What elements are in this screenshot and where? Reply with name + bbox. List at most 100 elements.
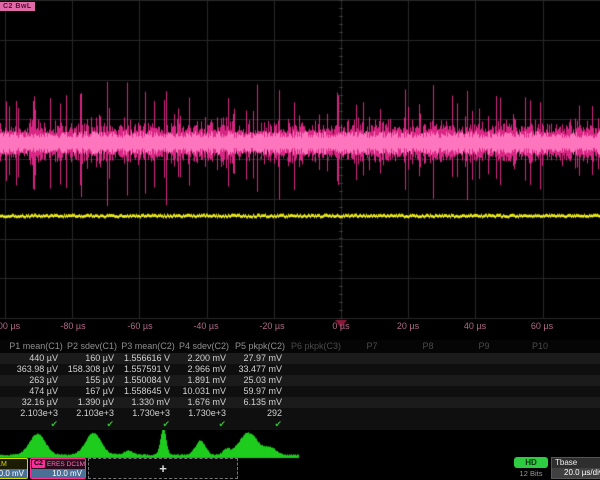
measure-min-p2: 155 µV [64,375,120,386]
measure-value-p10 [512,353,568,364]
measure-num-p7 [344,408,400,419]
measure-sdev-p7 [344,397,400,408]
measure-max-p3: 1.558645 V [120,386,176,397]
measure-mean-p5: 33.477 mV [232,364,288,375]
measure-sdev-p9 [456,397,512,408]
measure-mean-p4: 2.966 mV [176,364,232,375]
measure-mean-p9 [456,364,512,375]
c2-badge: C2 [32,460,45,468]
measure-value-p1: 440 µV [8,353,64,364]
measure-header-p2[interactable]: P2 sdev(C1) [64,340,120,353]
time-axis-label-5: 0 µs [332,321,349,331]
oscilloscope-screen: C2 BwL -100 µs-80 µs-60 µs-40 µs-20 µs0 … [0,0,600,480]
c2-vdiv-value: 10.0 mV [31,469,85,478]
measure-value-p7 [344,353,400,364]
time-axis-label-7: 40 µs [464,321,486,331]
measure-status-p3: ✔ [120,419,176,430]
measure-num-p8 [400,408,456,419]
measure-max-p7 [344,386,400,397]
c1-coupling-label: DC1M [0,461,7,468]
measure-status-p6 [288,419,344,430]
measure-mean-p3: 1.557591 V [120,364,176,375]
channel-c2-descriptor[interactable]: C2 ERES DC1M 10.0 mV [30,458,86,479]
measure-header-p10[interactable]: P10 [512,340,568,353]
measure-max-p4: 10.031 mV [176,386,232,397]
plus-icon: + [159,461,167,476]
timebase-descriptor[interactable]: Tbase 20.0 µs/div [551,457,600,479]
measure-sdev-p2: 1.390 µV [64,397,120,408]
time-axis-label-8: 60 µs [531,321,553,331]
c1-vdiv-value: 10.0 mV [0,469,27,478]
measure-max-p6 [288,386,344,397]
trace-annotation-badge: C2 BwL [0,2,35,11]
time-axis-label-6: 20 µs [397,321,419,331]
measure-min-p1: 263 µV [8,375,64,386]
measure-header-p4[interactable]: P4 sdev(C2) [176,340,232,353]
measure-value-p6 [288,353,344,364]
measure-min-p3: 1.550084 V [120,375,176,386]
timebase-value: 20.0 µs/div [552,468,600,478]
measure-min-p4: 1.891 mV [176,375,232,386]
measure-min-p10 [512,375,568,386]
measurement-table[interactable]: P1 mean(C1)P2 sdev(C1)P3 mean(C2)P4 sdev… [0,340,600,430]
measure-mean-p8 [400,364,456,375]
measure-num-p1: 2.103e+3 [8,408,64,419]
time-axis-label-1: -80 µs [60,321,85,331]
measure-max-p2: 167 µV [64,386,120,397]
measure-min-p8 [400,375,456,386]
measure-header-p5[interactable]: P5 pkpk(C2) [232,340,288,353]
measure-status-p10 [512,419,568,430]
measure-sdev-p1: 32.16 µV [8,397,64,408]
measure-num-p4: 1.730e+3 [176,408,232,419]
measure-mean-p10 [512,364,568,375]
measure-value-p4: 2.200 mV [176,353,232,364]
measure-num-p10 [512,408,568,419]
measure-header-p6[interactable]: P6 pkpk(C3) [288,340,344,353]
measure-max-p5: 59.97 mV [232,386,288,397]
measure-min-p9 [456,375,512,386]
measure-header-p8[interactable]: P8 [400,340,456,353]
measure-status-p1: ✔ [8,419,64,430]
measure-status-p4: ✔ [176,419,232,430]
measure-value-p9 [456,353,512,364]
measure-max-p8 [400,386,456,397]
hd-bits-label: 12 Bits [512,469,550,478]
timebase-title: Tbase [552,458,600,468]
measure-max-p9 [456,386,512,397]
channel-c1-descriptor[interactable]: C1 DC1M 10.0 mV [0,458,28,479]
measure-sdev-p6 [288,397,344,408]
measure-value-p5: 27.97 mV [232,353,288,364]
measure-value-p3: 1.556616 V [120,353,176,364]
measure-status-p9 [456,419,512,430]
measure-header-p9[interactable]: P9 [456,340,512,353]
time-axis-label-0: -100 µs [0,321,20,331]
measure-min-p5: 25.03 mV [232,375,288,386]
c2-eres-label: ERES [47,461,65,468]
time-axis-label-3: -40 µs [193,321,218,331]
measure-sdev-p4: 1.676 mV [176,397,232,408]
measure-header-p7[interactable]: P7 [344,340,400,353]
measure-sdev-p10 [512,397,568,408]
measure-status-p2: ✔ [64,419,120,430]
measure-mean-p6 [288,364,344,375]
measure-num-p2: 2.103e+3 [64,408,120,419]
measure-mean-p2: 158.308 µV [64,364,120,375]
measure-min-p7 [344,375,400,386]
c1-title-row: C1 DC1M [0,459,27,469]
measure-mean-p1: 363.98 µV [8,364,64,375]
measure-num-p5: 292 [232,408,288,419]
measure-status-p7 [344,419,400,430]
measure-value-p2: 160 µV [64,353,120,364]
measure-header-p3[interactable]: P3 mean(C2) [120,340,176,353]
measure-status-p8 [400,419,456,430]
measure-num-p3: 1.730e+3 [120,408,176,419]
time-axis-label-2: -60 µs [127,321,152,331]
measure-sdev-p5: 6.135 mV [232,397,288,408]
c2-title-row: C2 ERES DC1M [31,459,85,469]
measure-header-p1[interactable]: P1 mean(C1) [8,340,64,353]
hd-mode-badge[interactable]: HD [514,457,548,468]
measure-mean-p7 [344,364,400,375]
time-axis: -100 µs-80 µs-60 µs-40 µs-20 µs0 µs20 µs… [0,321,600,335]
add-trace-button[interactable]: + [88,458,238,479]
measure-max-p1: 474 µV [8,386,64,397]
